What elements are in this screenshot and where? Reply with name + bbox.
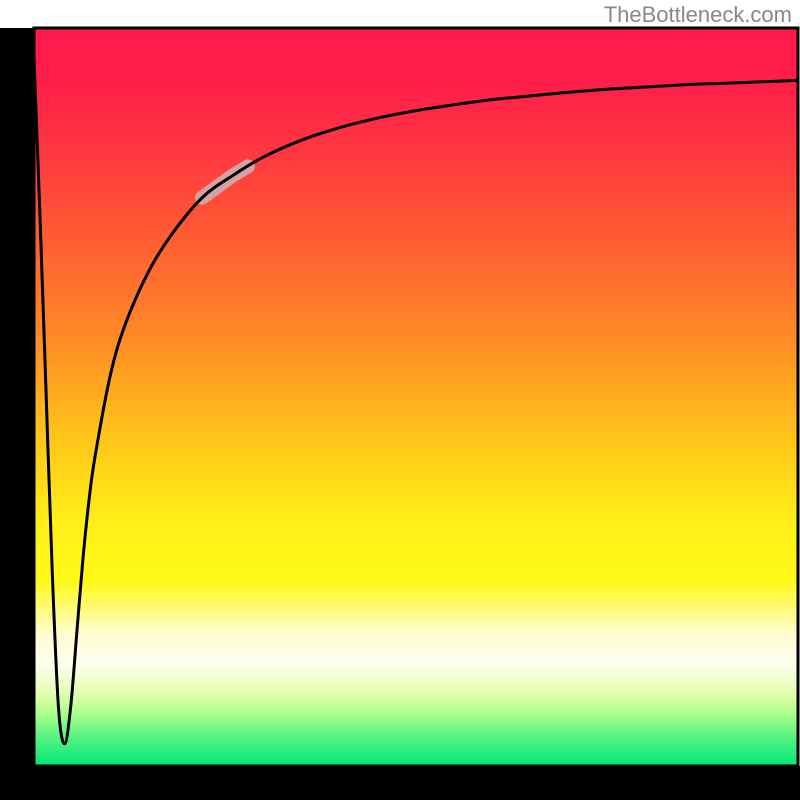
watermark-text: TheBottleneck.com — [604, 2, 792, 28]
x-axis-bar — [0, 766, 800, 800]
chart-container: TheBottleneck.com — [0, 0, 800, 800]
bottleneck-chart — [0, 0, 800, 800]
plot-background — [34, 28, 798, 766]
y-axis-bar — [0, 28, 34, 800]
